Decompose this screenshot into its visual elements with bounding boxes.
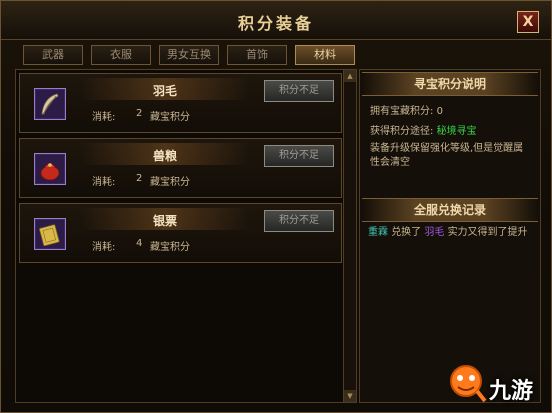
window-title: 积分装备	[237, 14, 314, 33]
cost-value: 4	[136, 238, 143, 249]
item-name: 羽毛	[152, 84, 177, 98]
exchange-button[interactable]: 积分不足	[264, 80, 334, 102]
record-entry: 重霖 兑换了 羽毛 实力又得到了提升	[368, 226, 534, 240]
scroll-down-icon[interactable]: ▼	[344, 390, 356, 402]
cost-value: 2	[136, 173, 143, 184]
owned-points: 拥有宝藏积分: 0	[370, 102, 443, 117]
record-action: 兑换了	[391, 227, 422, 238]
item-name: 银票	[152, 214, 177, 228]
title-bar: 积分装备 X	[1, 1, 551, 40]
cost-label: 消耗:	[92, 112, 116, 123]
records-header: 全服兑换记录	[362, 198, 538, 222]
tab-jewelry[interactable]: 首饰	[227, 45, 287, 65]
exchange-button[interactable]: 积分不足	[264, 210, 334, 232]
list-scrollbar[interactable]: ▲ ▼	[343, 69, 357, 403]
tab-weapons[interactable]: 武器	[23, 45, 83, 65]
record-item[interactable]: 羽毛	[424, 227, 444, 238]
info-panel: 寻宝积分说明 拥有宝藏积分: 0 获得积分途径: 秘境寻宝 装备升级保留强化等级…	[359, 69, 541, 403]
scroll-up-icon[interactable]: ▲	[344, 70, 356, 82]
tab-gender-swap[interactable]: 男女互换	[159, 45, 219, 65]
banknote-icon[interactable]	[34, 218, 66, 250]
list-item: 兽粮 消耗: 2 藏宝积分 积分不足	[19, 138, 342, 198]
food-bag-icon[interactable]	[34, 153, 66, 185]
cost-value: 2	[136, 108, 143, 119]
logo-icon	[450, 365, 487, 403]
tab-materials[interactable]: 材料	[295, 45, 355, 65]
owned-points-label: 拥有宝藏积分:	[370, 106, 434, 117]
tab-clothes[interactable]: 衣服	[91, 45, 151, 65]
feather-icon[interactable]	[34, 88, 66, 120]
points-source-link[interactable]: 秘境寻宝	[437, 126, 477, 137]
list-item: 银票 消耗: 4 藏宝积分 积分不足	[19, 203, 342, 263]
points-source: 获得积分途径: 秘境寻宝	[370, 122, 477, 137]
item-name-bar: 羽毛	[80, 78, 250, 100]
close-button[interactable]: X	[517, 11, 539, 33]
item-list: 羽毛 消耗: 2 藏宝积分 积分不足 兽粮 消耗: 2 藏宝积分 积分不足 银票…	[15, 69, 345, 403]
exchange-button[interactable]: 积分不足	[264, 145, 334, 167]
cost-unit: 藏宝积分	[150, 242, 190, 253]
item-name: 兽粮	[152, 149, 177, 163]
exchange-window: 积分装备 X 武器 衣服 男女互换 首饰 材料 羽毛 消耗: 2 藏宝积分 积分…	[0, 0, 552, 413]
record-result: 实力又得到了提升	[447, 227, 528, 238]
cost-unit: 藏宝积分	[150, 112, 190, 123]
watermark-logo: 九游	[441, 357, 551, 409]
item-name-bar: 银票	[80, 208, 250, 230]
points-source-label: 获得积分途径:	[370, 126, 434, 137]
watermark-text: 九游	[489, 379, 534, 404]
owned-points-value: 0	[436, 106, 443, 117]
cost-label: 消耗:	[92, 177, 116, 188]
record-player[interactable]: 重霖	[368, 227, 388, 238]
cost-label: 消耗:	[92, 242, 116, 253]
item-name-bar: 兽粮	[80, 143, 250, 165]
upgrade-note: 装备升级保留强化等级,但是觉醒属性会清空	[370, 143, 524, 168]
cost-unit: 藏宝积分	[150, 177, 190, 188]
info-header: 寻宝积分说明	[362, 72, 538, 96]
list-item: 羽毛 消耗: 2 藏宝积分 积分不足	[19, 73, 342, 133]
